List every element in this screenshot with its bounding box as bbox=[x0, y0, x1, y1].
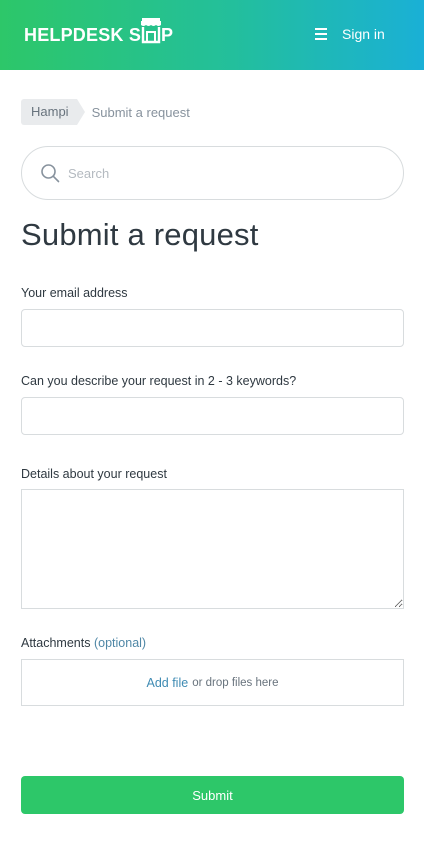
search-input[interactable] bbox=[68, 148, 388, 198]
add-file-link[interactable]: Add file bbox=[147, 676, 189, 690]
logo-text-end: P bbox=[161, 24, 174, 45]
logo-text-start: HELPDESK S bbox=[24, 24, 142, 45]
attachments-label: Attachments (optional) bbox=[21, 636, 146, 650]
attachments-optional-text: (optional) bbox=[93, 636, 147, 650]
hamburger-menu-icon[interactable] bbox=[315, 28, 329, 40]
email-label: Your email address bbox=[21, 286, 128, 300]
submit-button[interactable]: Submit bbox=[21, 776, 404, 814]
keywords-field[interactable] bbox=[21, 397, 404, 435]
storefront-icon bbox=[141, 18, 162, 44]
email-field[interactable] bbox=[21, 309, 404, 347]
details-label: Details about your request bbox=[21, 467, 167, 481]
attachment-dropzone[interactable]: Add file or drop files here bbox=[21, 659, 404, 706]
breadcrumb-current: Submit a request bbox=[91, 104, 190, 120]
attachments-label-text: Attachments bbox=[21, 636, 91, 650]
search-box bbox=[21, 146, 404, 200]
breadcrumb-home-link[interactable]: Hampi bbox=[21, 99, 85, 125]
page-title: Submit a request bbox=[21, 217, 259, 252]
helpdesk-shop-logo[interactable]: HELPDESK S P bbox=[24, 18, 174, 47]
site-header: HELPDESK S P Sign in bbox=[0, 0, 424, 70]
breadcrumb: Hampi Submit a request bbox=[21, 99, 190, 125]
sign-in-link[interactable]: Sign in bbox=[342, 26, 385, 42]
details-textarea[interactable] bbox=[21, 489, 404, 609]
search-icon bbox=[41, 164, 60, 183]
drop-files-text: or drop files here bbox=[192, 676, 279, 689]
keywords-label: Can you describe your request in 2 - 3 k… bbox=[21, 374, 297, 388]
